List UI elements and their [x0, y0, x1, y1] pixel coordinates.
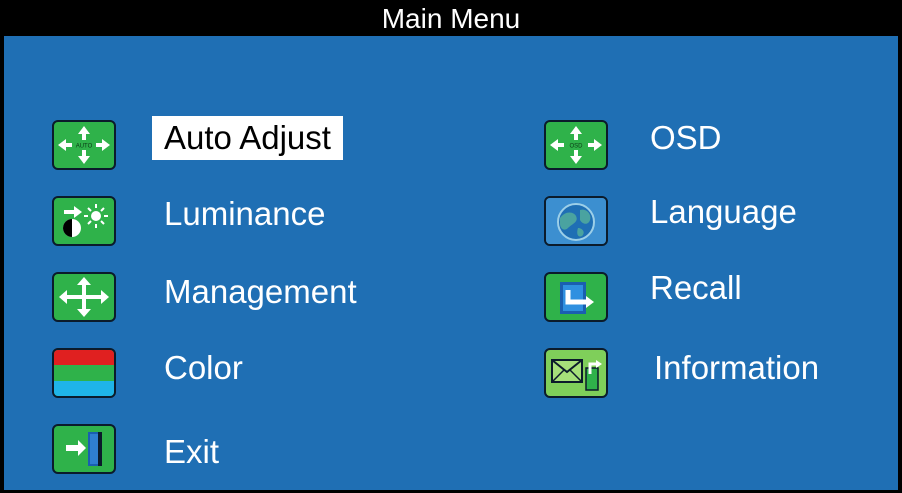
menu-item-label: Luminance — [164, 195, 326, 232]
luminance-icon — [52, 196, 116, 246]
management-icon — [52, 272, 116, 322]
auto-icon-text: AUTO — [76, 144, 93, 150]
menu-title: Main Menu — [0, 0, 902, 36]
exit-icon — [52, 424, 116, 474]
color-icon — [52, 348, 116, 398]
osd-icon: OSD — [544, 120, 608, 170]
osd-icon-text: OSD — [569, 144, 583, 150]
osd-main-menu: Main Menu AUTO Auto Adjust Luminance Man… — [0, 0, 902, 493]
language-globe-icon — [544, 196, 608, 246]
menu-panel: AUTO Auto Adjust Luminance Management Co… — [4, 36, 898, 490]
menu-item-label: OSD — [650, 119, 722, 156]
menu-item-label: Auto Adjust — [152, 116, 343, 160]
menu-item-label: Recall — [650, 269, 742, 306]
menu-item-label: Management — [164, 273, 357, 310]
auto-adjust-icon: AUTO — [52, 120, 116, 170]
menu-item-label: Exit — [164, 433, 220, 470]
menu-item-label: Information — [654, 349, 820, 386]
recall-icon — [544, 272, 608, 322]
menu-item-label: Color — [164, 349, 243, 386]
menu-item-label: Language — [650, 193, 797, 230]
information-icon — [544, 348, 608, 398]
